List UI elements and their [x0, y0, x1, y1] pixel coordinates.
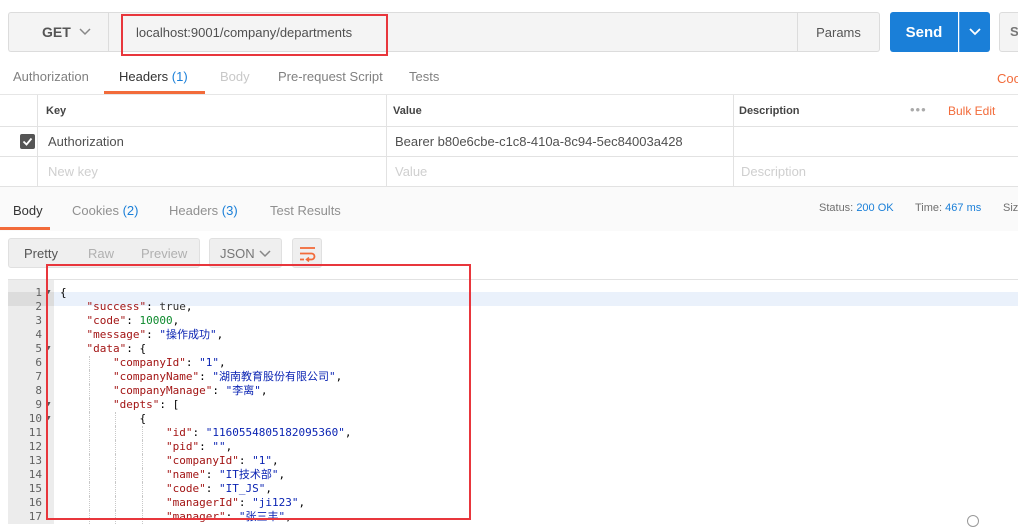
new-description-input[interactable]: Description: [741, 164, 806, 179]
tab-label: Body: [220, 69, 250, 84]
column-header-description: Description: [739, 105, 800, 117]
time-label: Time:: [915, 202, 943, 214]
tab-label: Headers: [119, 69, 169, 84]
tab-pre-request-script[interactable]: Pre-request Script: [278, 69, 383, 84]
wrap-text-icon: [300, 247, 316, 262]
response-tab-test-results[interactable]: Test Results: [270, 203, 341, 218]
response-tab-body[interactable]: Body: [13, 203, 43, 218]
tab-label: Test Results: [270, 203, 341, 218]
line-number: 6: [35, 356, 42, 369]
tab-headers[interactable]: Headers (1): [119, 69, 188, 84]
status-circle-icon: [967, 515, 979, 527]
line-number: 14: [28, 468, 42, 481]
active-tab-indicator: [0, 227, 50, 230]
method-label: GET: [42, 24, 71, 40]
line-number: 1: [35, 286, 42, 299]
url-highlight-annotation: [121, 14, 388, 56]
tab-body[interactable]: Body: [220, 69, 250, 84]
send-button[interactable]: Send: [890, 12, 958, 52]
time-value: 467 ms: [945, 202, 982, 214]
line-number: 11: [28, 426, 42, 439]
send-options-button[interactable]: [959, 12, 990, 52]
chevron-down-icon: [969, 28, 981, 36]
line-number: 16: [28, 496, 42, 509]
save-label: Sa: [1010, 24, 1018, 39]
column-header-key: Key: [46, 105, 67, 117]
size-label: Siz: [1003, 202, 1018, 214]
mode-preview[interactable]: Preview: [141, 246, 187, 261]
tab-label: Pre-request Script: [278, 69, 383, 84]
table-row-new: [0, 157, 1018, 187]
line-number: 8: [35, 384, 42, 397]
header-value-cell[interactable]: Bearer b80e6cbe-c1c8-410a-8c94-5ec84003a…: [395, 134, 683, 149]
response-highlight-annotation: [46, 264, 471, 520]
line-number: 5: [35, 342, 42, 355]
tab-authorization[interactable]: Authorization: [13, 69, 89, 84]
tab-label: Body: [13, 203, 43, 218]
params-label: Params: [816, 24, 861, 40]
tab-label: Authorization: [13, 69, 89, 84]
line-number: 9: [35, 398, 42, 411]
tab-label: Headers: [169, 203, 219, 218]
status-value: 200 OK: [856, 202, 894, 214]
status-label: Status:: [819, 202, 854, 214]
new-value-input[interactable]: Value: [395, 164, 427, 179]
format-label: JSON: [220, 246, 255, 261]
row-enabled-checkbox[interactable]: [20, 134, 35, 149]
line-number: 2: [35, 300, 42, 313]
header-key-cell[interactable]: Authorization: [48, 134, 124, 149]
tab-count-badge: (2): [122, 203, 139, 218]
headers-table-header: [0, 95, 1018, 127]
tab-tests[interactable]: Tests: [409, 69, 439, 84]
mode-raw[interactable]: Raw: [88, 246, 114, 261]
line-number: 10: [28, 412, 42, 425]
response-tab-cookies[interactable]: Cookies (2): [72, 203, 138, 218]
save-button[interactable]: Sa: [999, 12, 1018, 52]
mode-pretty[interactable]: Pretty: [24, 246, 58, 261]
params-button[interactable]: Params: [798, 12, 880, 52]
line-number: 3: [35, 314, 42, 327]
tab-count-badge: (1): [171, 69, 188, 84]
line-number: 15: [28, 482, 42, 495]
tab-label: Cookies: [72, 203, 119, 218]
tab-count-badge: (3): [221, 203, 238, 218]
status-info: Status: 200 OK: [819, 202, 894, 214]
tab-label: Tests: [409, 69, 440, 84]
column-header-value: Value: [393, 105, 422, 117]
check-icon: [22, 137, 33, 146]
more-options-icon[interactable]: •••: [910, 102, 927, 117]
time-info: Time: 467 ms: [915, 202, 981, 214]
chevron-down-icon: [259, 250, 271, 258]
method-select[interactable]: GET: [8, 12, 108, 52]
line-number: 12: [28, 440, 42, 453]
cookies-link[interactable]: Coo: [997, 71, 1018, 86]
line-number: 7: [35, 370, 42, 383]
send-label: Send: [905, 23, 943, 41]
line-number: 17: [28, 510, 42, 523]
line-number: 4: [35, 328, 42, 341]
chevron-down-icon: [79, 28, 91, 36]
response-tab-headers[interactable]: Headers (3): [169, 203, 238, 218]
bulk-edit-link[interactable]: Bulk Edit: [948, 104, 995, 118]
new-key-input[interactable]: New key: [48, 164, 98, 179]
line-number: 13: [28, 454, 42, 467]
